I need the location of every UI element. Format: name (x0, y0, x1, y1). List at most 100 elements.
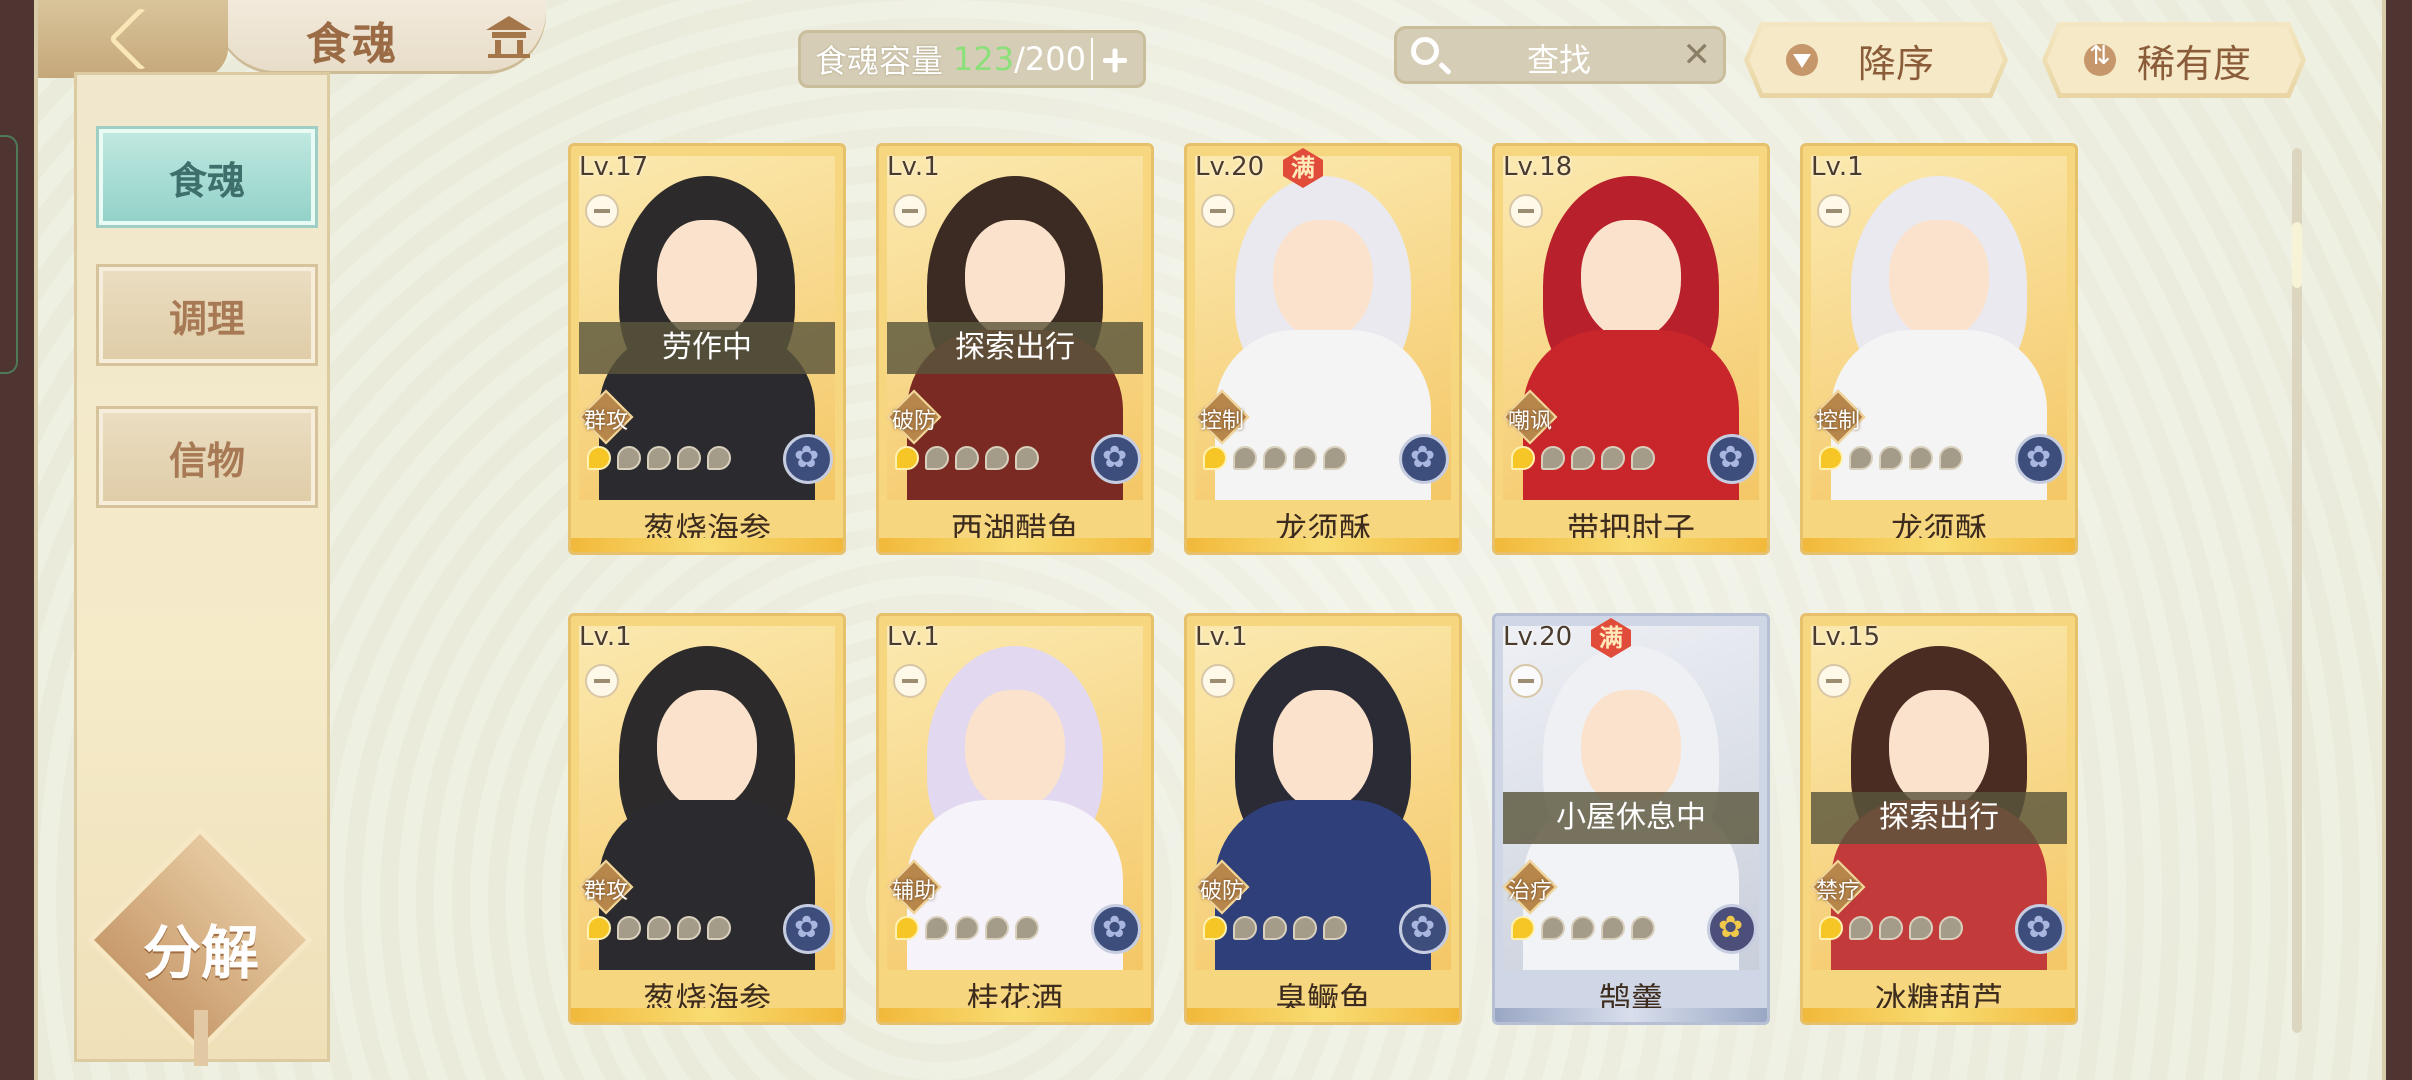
food-soul-card[interactable]: Lv.1探索出行破防西湖醋鱼 (876, 143, 1154, 555)
level-label: Lv.20 (1503, 622, 1573, 652)
food-soul-card[interactable]: Lv.15探索出行禁疗冰糖葫芦 (1800, 613, 2078, 1025)
star-icon (1203, 916, 1227, 940)
star-icon (925, 916, 949, 940)
capacity-label: 食魂容量 (815, 42, 944, 80)
sidebar-item-tokens[interactable]: 信物 (96, 406, 318, 508)
star-icon (647, 446, 671, 470)
spoon-icon (1201, 664, 1235, 698)
food-soul-card[interactable]: Lv.20满控制龙须酥 (1184, 143, 1462, 555)
star-icon (1909, 446, 1933, 470)
star-icon (617, 446, 641, 470)
star-icon (1939, 446, 1963, 470)
sidebar-item-label: 调理 (168, 295, 245, 341)
food-soul-card[interactable]: Lv.1控制龙须酥 (1800, 143, 2078, 555)
level-label: Lv.1 (1195, 622, 1248, 652)
star-icon (707, 916, 731, 940)
element-icon (1091, 904, 1141, 954)
food-soul-card[interactable]: Lv.1群攻葱烧海参 (568, 613, 846, 1025)
status-banner: 探索出行 (1811, 792, 2067, 844)
capacity-separator: / (1014, 40, 1025, 78)
star-icon (677, 446, 701, 470)
spoon-icon (1509, 194, 1543, 228)
sort-rarity-label: 稀有度 (2136, 41, 2251, 86)
decompose-label[interactable]: 分解 (126, 906, 276, 990)
star-icon (1909, 916, 1933, 940)
star-icon (985, 916, 1009, 940)
star-icon (1571, 916, 1595, 940)
capacity-current: 123 (953, 40, 1015, 78)
star-rating (1511, 916, 1655, 946)
star-icon (1015, 916, 1039, 940)
star-icon (985, 446, 1009, 470)
spoon-icon (1817, 194, 1851, 228)
star-icon (1233, 916, 1257, 940)
food-soul-card[interactable]: Lv.1破防臭鳜鱼 (1184, 613, 1462, 1025)
level-label: Lv.1 (1811, 152, 1864, 182)
level-label: Lv.17 (579, 152, 649, 182)
star-rating (1203, 916, 1347, 946)
spoon-icon (893, 664, 927, 698)
star-icon (1849, 446, 1873, 470)
sidebar-item-food-souls[interactable]: 食魂 (96, 126, 318, 228)
star-icon (1541, 916, 1565, 940)
star-icon (647, 916, 671, 940)
role-badge: 群攻 (571, 389, 637, 446)
scrollbar-thumb[interactable] (2292, 222, 2302, 288)
role-label: 破防 (891, 409, 936, 434)
card-footer (1803, 1008, 2075, 1022)
search-box[interactable]: 查找 ✕ (1394, 26, 1726, 84)
pavilion-icon[interactable] (484, 14, 534, 58)
food-soul-card[interactable]: Lv.20满小屋休息中治疗鹄羹 (1492, 613, 1770, 1025)
level-label: Lv.20 (1195, 152, 1265, 182)
star-icon (1233, 446, 1257, 470)
search-placeholder[interactable]: 查找 (1527, 35, 1591, 81)
level-label: Lv.15 (1811, 622, 1881, 652)
role-badge: 控制 (1803, 389, 1869, 446)
card-footer (1187, 538, 1459, 552)
sidebar-item-conditioning[interactable]: 调理 (96, 264, 318, 366)
star-icon (1323, 446, 1347, 470)
back-button[interactable] (38, 0, 228, 78)
element-icon (1399, 904, 1449, 954)
role-badge: 嘲讽 (1495, 389, 1561, 446)
star-icon (1323, 916, 1347, 940)
star-rating (587, 916, 731, 946)
role-label: 嘲讽 (1507, 409, 1552, 434)
star-icon (1293, 446, 1317, 470)
card-footer (571, 538, 843, 552)
star-rating (895, 916, 1039, 946)
star-icon (617, 916, 641, 940)
star-icon (1263, 446, 1287, 470)
star-icon (1819, 446, 1843, 470)
spoon-icon (1509, 664, 1543, 698)
sort-order-label: 降序 (1857, 41, 1934, 86)
star-icon (1293, 916, 1317, 940)
capacity-max: 200 (1024, 40, 1086, 78)
star-icon (1015, 446, 1039, 470)
element-icon (2015, 434, 2065, 484)
element-icon (1399, 434, 1449, 484)
element-icon (1091, 434, 1141, 484)
card-footer (1495, 538, 1767, 552)
star-rating (895, 446, 1039, 476)
card-footer (1187, 1008, 1459, 1022)
status-banner: 探索出行 (887, 322, 1143, 374)
element-icon (2015, 904, 2065, 954)
role-badge: 破防 (1187, 859, 1253, 916)
sort-order-button[interactable]: 降序 (1744, 22, 2008, 98)
title-tab: 食魂 (216, 0, 546, 74)
spoon-icon (585, 194, 619, 228)
add-capacity-button[interactable] (1091, 38, 1135, 80)
food-soul-card[interactable]: Lv.18嘲讽带把肘子 (1492, 143, 1770, 555)
food-soul-card[interactable]: Lv.1辅助桂花酒 (876, 613, 1154, 1025)
star-icon (1939, 916, 1963, 940)
star-icon (1541, 446, 1565, 470)
food-soul-card[interactable]: Lv.17劳作中群攻葱烧海参 (568, 143, 846, 555)
star-icon (1879, 916, 1903, 940)
status-banner: 小屋休息中 (1503, 792, 1759, 844)
clear-search-icon[interactable]: ✕ (1683, 35, 1712, 75)
sort-rarity-button[interactable]: 稀有度 (2042, 22, 2306, 98)
role-badge: 控制 (1187, 389, 1253, 446)
role-badge: 破防 (879, 389, 945, 446)
role-label: 治疗 (1507, 879, 1552, 904)
